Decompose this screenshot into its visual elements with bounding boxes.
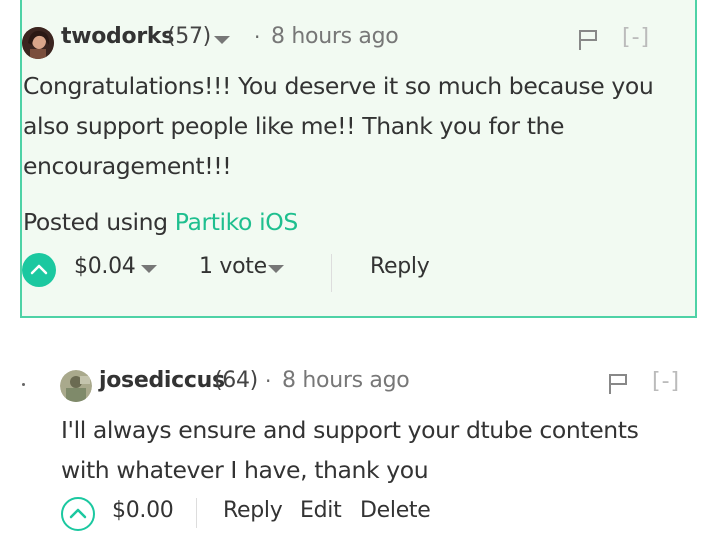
edit-button[interactable]: Edit bbox=[300, 498, 342, 523]
partiko-link[interactable]: Partiko iOS bbox=[175, 208, 298, 236]
chevron-down-icon[interactable] bbox=[214, 36, 230, 44]
divider bbox=[331, 254, 332, 292]
upvote-button[interactable] bbox=[61, 497, 95, 531]
author-avatar[interactable] bbox=[60, 370, 92, 402]
author-avatar[interactable] bbox=[22, 27, 54, 59]
comment-body: I'll always ensure and support your dtub… bbox=[61, 416, 639, 484]
timestamp[interactable]: 8 hours ago bbox=[282, 368, 410, 393]
vote-count[interactable]: 1 vote bbox=[199, 254, 267, 279]
reply-button[interactable]: Reply bbox=[370, 254, 430, 279]
flag-icon[interactable] bbox=[578, 29, 598, 55]
collapse-toggle[interactable]: [-] bbox=[652, 369, 680, 394]
comment-body: Congratulations!!! You deserve it so muc… bbox=[23, 72, 654, 180]
author-reputation: (64) bbox=[214, 368, 258, 393]
timestamp[interactable]: 8 hours ago bbox=[271, 24, 399, 49]
author-name[interactable]: josediccus bbox=[99, 368, 225, 393]
separator-dot: · bbox=[254, 25, 261, 49]
payout-value[interactable]: $0.00 bbox=[112, 498, 174, 523]
reply-button[interactable]: Reply bbox=[223, 498, 283, 523]
divider bbox=[196, 498, 197, 528]
separator-dot: · bbox=[265, 369, 272, 393]
collapse-toggle[interactable]: [-] bbox=[622, 25, 650, 50]
author-name[interactable]: twodorks bbox=[61, 24, 174, 49]
posted-prefix: Posted using bbox=[23, 208, 175, 236]
author-reputation: (57) bbox=[167, 24, 211, 49]
chevron-down-icon[interactable] bbox=[268, 265, 284, 273]
payout-value[interactable]: $0.04 bbox=[74, 254, 136, 279]
flag-icon[interactable] bbox=[608, 373, 628, 399]
upvote-button[interactable] bbox=[22, 253, 56, 287]
posted-using: Posted using Partiko iOS bbox=[23, 208, 298, 236]
chevron-down-icon[interactable] bbox=[141, 265, 157, 273]
delete-button[interactable]: Delete bbox=[360, 498, 431, 523]
thread-bullet bbox=[22, 383, 25, 386]
